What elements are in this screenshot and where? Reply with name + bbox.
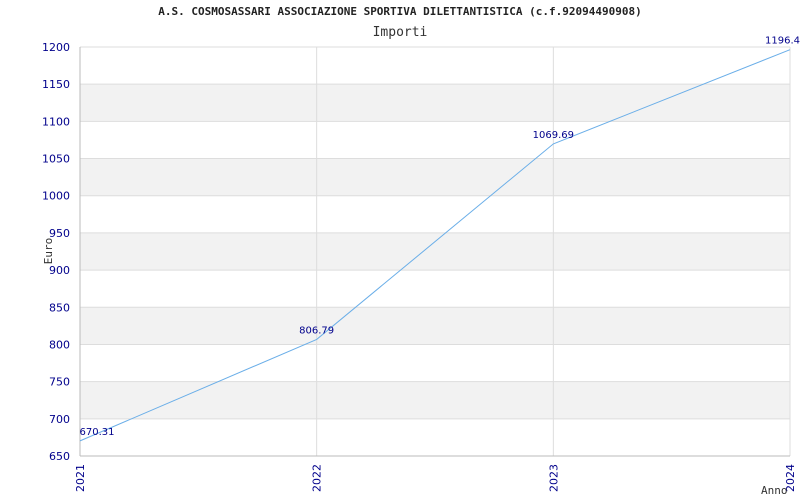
y-tick-label: 700 (49, 413, 70, 426)
y-tick-label: 1050 (42, 153, 70, 166)
grid-band (80, 307, 790, 345)
y-tick-label: 650 (49, 450, 70, 463)
y-tick-label: 750 (49, 376, 70, 389)
x-axis-label: Anno (761, 484, 788, 497)
y-tick-label: 850 (49, 301, 70, 314)
y-tick-label: 1200 (42, 41, 70, 54)
data-label: 1069.69 (533, 130, 574, 141)
x-tick-label: 2023 (547, 464, 560, 492)
x-tick-label: 2022 (311, 464, 324, 492)
data-label: 670.31 (80, 427, 115, 438)
grid-band (80, 158, 790, 196)
data-label: 806.79 (299, 325, 334, 336)
x-tick-label: 2021 (74, 464, 87, 492)
grid-band (80, 232, 790, 271)
line-chart: 6507007508008509009501000105011001150120… (42, 36, 800, 497)
chart-page: A.S. COSMOSASSARI ASSOCIAZIONE SPORTIVA … (0, 0, 800, 500)
data-label: 1196.4 (765, 36, 800, 47)
y-tick-label: 800 (49, 338, 70, 351)
grid-band (80, 381, 790, 419)
grid-band (80, 84, 790, 122)
y-tick-label: 900 (49, 264, 70, 277)
y-tick-label: 1150 (42, 78, 70, 91)
y-tick-label: 1100 (42, 115, 70, 128)
y-axis-label: Euro (42, 238, 55, 265)
y-tick-label: 1000 (42, 190, 70, 203)
